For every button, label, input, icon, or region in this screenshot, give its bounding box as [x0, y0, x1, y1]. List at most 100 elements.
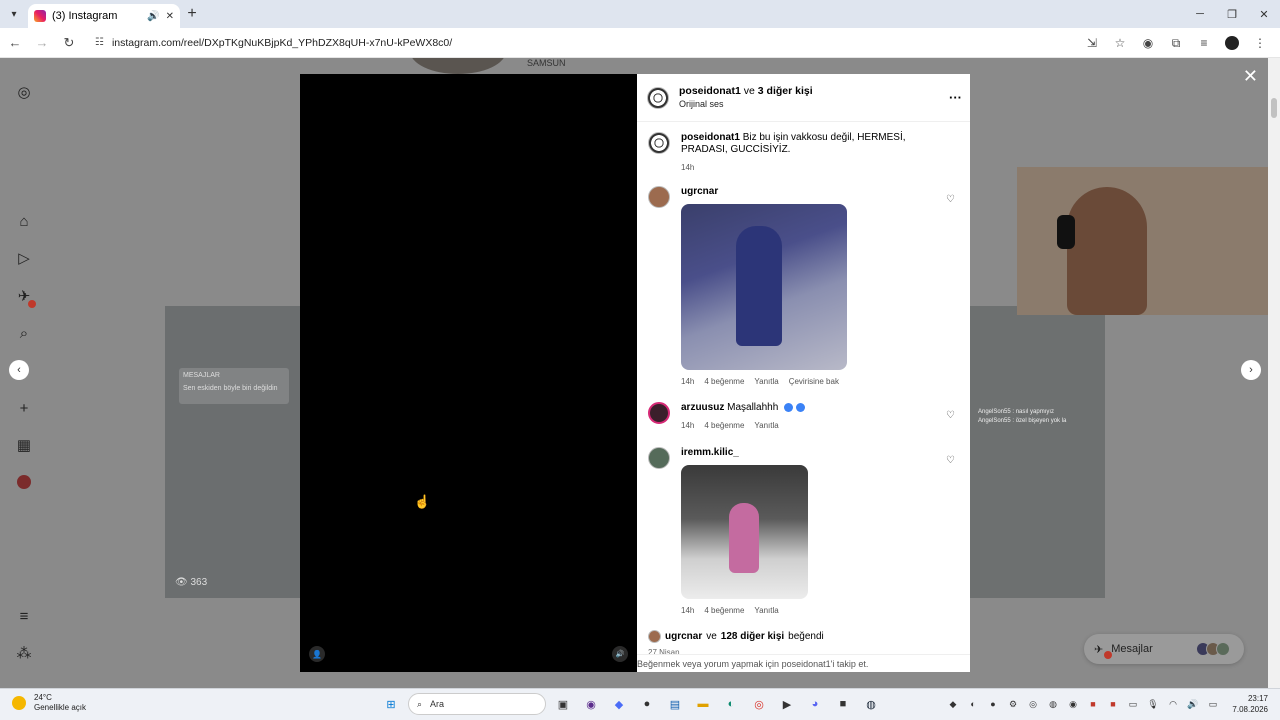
- next-reel-button[interactable]: ›: [1241, 360, 1261, 380]
- more-options-icon[interactable]: ···: [949, 90, 962, 105]
- more-menu-icon[interactable]: ≡: [14, 606, 34, 626]
- restore-button[interactable]: ❐: [1216, 0, 1248, 28]
- browser-menu-icon[interactable]: ⋮: [1248, 31, 1272, 55]
- tab-search-icon[interactable]: ▾: [0, 0, 28, 28]
- comment-avatar[interactable]: [648, 447, 670, 469]
- task-view-icon[interactable]: ▣: [552, 693, 574, 715]
- audio-link[interactable]: Orijinal ses: [679, 98, 813, 111]
- reply-button[interactable]: Yanıtla: [754, 420, 778, 432]
- wifi-icon[interactable]: ◠: [1166, 697, 1180, 711]
- tray-icon[interactable]: ■: [1086, 697, 1100, 711]
- comment-avatar[interactable]: [648, 132, 670, 154]
- store-icon[interactable]: ▤: [664, 693, 686, 715]
- back-button[interactable]: ←: [3, 31, 27, 55]
- app-icon[interactable]: ◆: [608, 693, 630, 715]
- mute-toggle-icon[interactable]: 🔊: [612, 646, 628, 662]
- create-plus-icon[interactable]: +: [14, 398, 34, 418]
- coauthors-link[interactable]: 3 diğer kişi: [758, 85, 813, 97]
- comment-username[interactable]: arzuusuz: [681, 402, 724, 413]
- comment-item: ugrcnar 14h 4 beğenme Yanıtla Çevirisine…: [648, 186, 963, 388]
- reload-button[interactable]: ↻: [57, 31, 81, 55]
- media-control-icon[interactable]: ≡: [1192, 31, 1216, 55]
- comment-likes[interactable]: 4 beğenme: [704, 420, 744, 432]
- new-tab-button[interactable]: +: [180, 5, 204, 23]
- reels-icon[interactable]: ▷: [14, 248, 34, 268]
- scrollbar-thumb[interactable]: [1271, 98, 1277, 118]
- app-icon[interactable]: ◉: [580, 693, 602, 715]
- tray-icon[interactable]: ■: [1106, 697, 1120, 711]
- tray-icon[interactable]: ◐: [966, 697, 980, 711]
- like-heart-icon[interactable]: ♡: [946, 455, 955, 466]
- tab-audio-icon[interactable]: 🔊: [147, 11, 159, 22]
- dashboard-icon[interactable]: ▦: [14, 435, 34, 455]
- like-heart-icon[interactable]: ♡: [946, 194, 955, 205]
- tray-icon[interactable]: ●: [986, 697, 1000, 711]
- taskbar-clock[interactable]: 23:17 7.08.2026: [1232, 693, 1268, 715]
- epic-games-icon[interactable]: ■: [832, 693, 854, 715]
- author-link[interactable]: poseidonat1: [679, 85, 741, 97]
- minimize-button[interactable]: ─: [1184, 0, 1216, 28]
- tray-icon[interactable]: ▭: [1126, 697, 1140, 711]
- edge-icon[interactable]: ◐: [720, 693, 742, 715]
- browser-tab-instagram[interactable]: (3) Instagram 🔊 ✕: [28, 4, 180, 28]
- profile-avatar[interactable]: [17, 475, 31, 489]
- comment-gif-dancing-kid[interactable]: [681, 204, 847, 370]
- media-player-icon[interactable]: ▶: [776, 693, 798, 715]
- steam-icon[interactable]: ◍: [860, 693, 882, 715]
- microphone-icon[interactable]: 🎙: [1146, 697, 1160, 711]
- bookmark-star-icon[interactable]: ☆: [1108, 31, 1132, 55]
- previous-reel-button[interactable]: ‹: [9, 360, 29, 380]
- comment-username[interactable]: ugrcnar: [681, 186, 718, 197]
- messages-button[interactable]: ✈ Mesajlar: [1084, 634, 1244, 664]
- start-windows-icon[interactable]: ⊞: [380, 693, 402, 715]
- extension-icon[interactable]: ◉: [1136, 31, 1160, 55]
- comment-username[interactable]: iremm.kilic_: [681, 447, 739, 458]
- comment-likes[interactable]: 4 beğenme: [704, 605, 744, 617]
- search-icon[interactable]: ⌕: [14, 323, 34, 343]
- thumbnail-chat-overlay: AngelSon55 : nasıl yapmıyız AngelSon55 :…: [978, 408, 1066, 426]
- reply-button[interactable]: Yanıtla: [754, 605, 778, 617]
- comment-avatar[interactable]: [648, 402, 670, 424]
- liker-username[interactable]: ugrcnar: [665, 631, 702, 642]
- apps-icon[interactable]: ⁂: [14, 643, 34, 663]
- home-icon[interactable]: ⌂: [14, 211, 34, 231]
- close-window-button[interactable]: ✕: [1248, 0, 1280, 28]
- profile-avatar[interactable]: [1225, 36, 1239, 50]
- app-icon[interactable]: ●: [636, 693, 658, 715]
- tab-close-icon[interactable]: ✕: [166, 11, 174, 22]
- weather-widget[interactable]: 24°C Genellikle açık: [12, 693, 86, 713]
- author-avatar[interactable]: [647, 86, 669, 109]
- like-heart-icon[interactable]: ♡: [946, 410, 955, 421]
- taskbar-search[interactable]: ⌕ Ara: [408, 693, 546, 715]
- comment-likes[interactable]: 4 beğenme: [704, 376, 744, 388]
- file-explorer-icon[interactable]: ▬: [692, 693, 714, 715]
- site-info-icon[interactable]: ☷: [95, 37, 104, 48]
- close-modal-icon[interactable]: ✕: [1243, 66, 1258, 87]
- page-scrollbar[interactable]: [1268, 58, 1280, 688]
- extensions-puzzle-icon[interactable]: ⧉: [1164, 31, 1188, 55]
- tray-icon[interactable]: ◉: [1066, 697, 1080, 711]
- install-app-icon[interactable]: ⇲: [1080, 31, 1104, 55]
- comment-gif-dancing-toddler[interactable]: [681, 465, 808, 599]
- tray-icon[interactable]: ◍: [1046, 697, 1060, 711]
- tray-icon[interactable]: ◎: [1026, 697, 1040, 711]
- chrome-icon[interactable]: ◎: [748, 693, 770, 715]
- tagged-people-icon[interactable]: 👤: [309, 646, 325, 662]
- address-bar[interactable]: ☷ instagram.com/reel/DXpTKgNuKBjpKd_YPhD…: [87, 30, 1147, 55]
- likes-others-link[interactable]: 128 diğer kişi: [721, 631, 784, 642]
- instagram-logo-icon[interactable]: ◎: [14, 82, 34, 102]
- reply-button[interactable]: Yanıtla: [754, 376, 778, 388]
- liker-avatar[interactable]: [648, 630, 661, 643]
- comment-avatar[interactable]: [648, 186, 670, 208]
- translate-button[interactable]: Çevirisine bak: [789, 376, 839, 388]
- battery-icon[interactable]: ▭: [1206, 697, 1220, 711]
- next-reel-thumbnail[interactable]: AngelSon55 : nasıl yapmıyız AngelSon55 :…: [970, 306, 1105, 598]
- reel-video-player[interactable]: ☝ 👤 🔊: [300, 74, 637, 672]
- tray-icon[interactable]: ◆: [946, 697, 960, 711]
- comment-username[interactable]: poseidonat1: [681, 132, 740, 143]
- discord-icon[interactable]: ◕: [804, 693, 826, 715]
- previous-reel-thumbnail[interactable]: MESAJLAR Sen eskiden böyle biri değildin…: [165, 306, 300, 598]
- forward-button[interactable]: →: [30, 31, 54, 55]
- tray-icon[interactable]: ⚙: [1006, 697, 1020, 711]
- volume-icon[interactable]: 🔊: [1186, 697, 1200, 711]
